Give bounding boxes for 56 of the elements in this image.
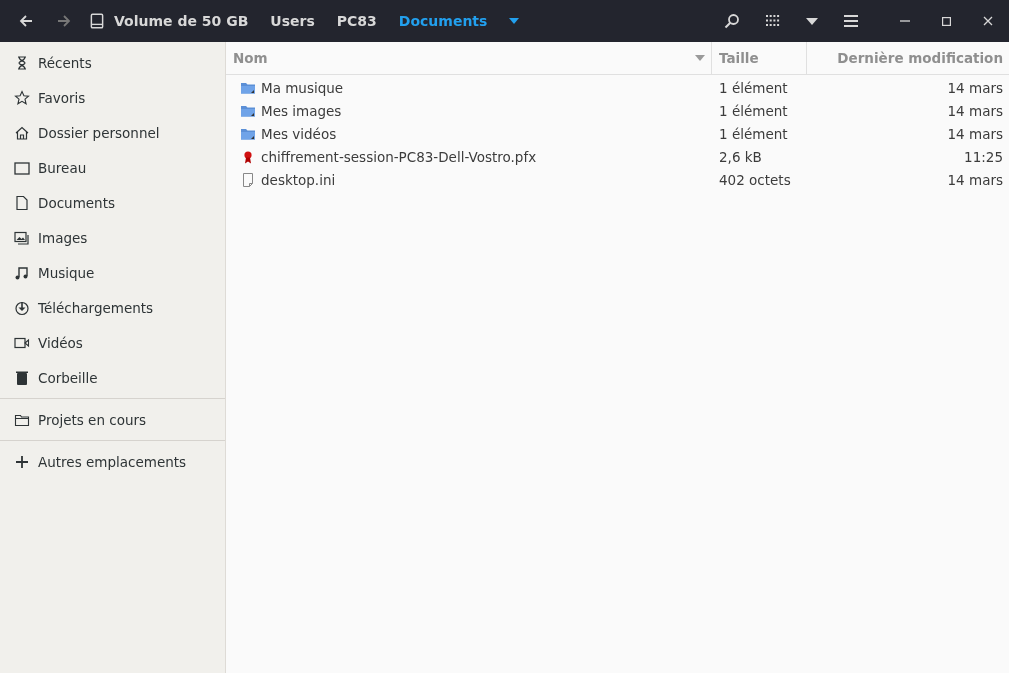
window-icon <box>14 159 30 176</box>
column-header-label: Taille <box>719 50 759 66</box>
close-icon <box>983 16 993 26</box>
sidebar-item[interactable]: Projets en cours <box>0 402 225 437</box>
sidebar-item[interactable]: Vidéos <box>0 325 225 360</box>
file-name[interactable]: desktop.ini <box>261 171 336 188</box>
file-size: 2,6 kB <box>718 148 763 165</box>
path-crumb[interactable]: Documents <box>392 9 494 33</box>
sort-caret-icon <box>695 55 705 61</box>
caret-icon <box>509 18 520 24</box>
star-icon <box>14 89 30 106</box>
file-modified-date: 14 mars <box>946 125 1004 142</box>
plus-icon <box>14 453 30 470</box>
sidebar-item[interactable]: Corbeille <box>0 360 225 395</box>
file-name[interactable]: Mes vidéos <box>261 125 337 142</box>
sidebar-item[interactable]: Images <box>0 220 225 255</box>
column-header-label: Nom <box>233 50 268 66</box>
sidebar-item[interactable]: Favoris <box>0 80 225 115</box>
menu-icon <box>844 15 858 27</box>
minimize-icon <box>900 20 910 22</box>
sidebar-item[interactable]: Musique <box>0 255 225 290</box>
sidebar-item[interactable]: Documents <box>0 185 225 220</box>
sidebar-item[interactable]: Bureau <box>0 150 225 185</box>
trash-icon <box>14 369 30 386</box>
file-name[interactable]: Ma musique <box>261 79 344 96</box>
file-icon <box>240 171 256 188</box>
path-crumb[interactable]: Users <box>264 9 321 33</box>
sidebar-item[interactable]: Récents <box>0 45 225 80</box>
sidebar-item[interactable]: Autres emplacements <box>0 444 225 479</box>
grid-icon <box>766 15 780 27</box>
file-modified-date: 11:25 <box>963 148 1004 165</box>
back-arrow-icon <box>18 13 34 29</box>
document-icon <box>14 194 30 211</box>
sidebar-item[interactable]: Dossier personnel <box>0 115 225 150</box>
file-modified-date: 14 mars <box>946 79 1004 96</box>
file-name[interactable]: Mes images <box>261 102 342 119</box>
file-size: 1 élément <box>718 102 789 119</box>
file-size: 1 élément <box>718 79 789 96</box>
forward-arrow-icon <box>56 13 72 29</box>
music-note-icon <box>14 264 30 281</box>
file-modified-date: 14 mars <box>946 171 1004 188</box>
sidebar-item[interactable]: Téléchargements <box>0 290 225 325</box>
caret-icon <box>806 17 818 25</box>
file-modified-date: 14 mars <box>946 102 1004 119</box>
picture-icon <box>14 229 30 246</box>
download-icon <box>14 299 30 316</box>
file-name[interactable]: chiffrement-session-PC83-Dell-Vostro.pfx <box>261 148 537 165</box>
maximize-icon <box>942 16 951 26</box>
path-crumb[interactable]: Volume de 50 GB <box>82 8 255 34</box>
path-crumb[interactable]: PC83 <box>330 9 383 33</box>
drive-icon <box>88 12 106 30</box>
home-icon <box>14 124 30 141</box>
column-header-label: Dernière modification <box>837 50 1003 66</box>
file-size: 402 octets <box>718 171 792 188</box>
file-size: 1 élément <box>718 125 789 142</box>
search-icon <box>724 13 740 29</box>
